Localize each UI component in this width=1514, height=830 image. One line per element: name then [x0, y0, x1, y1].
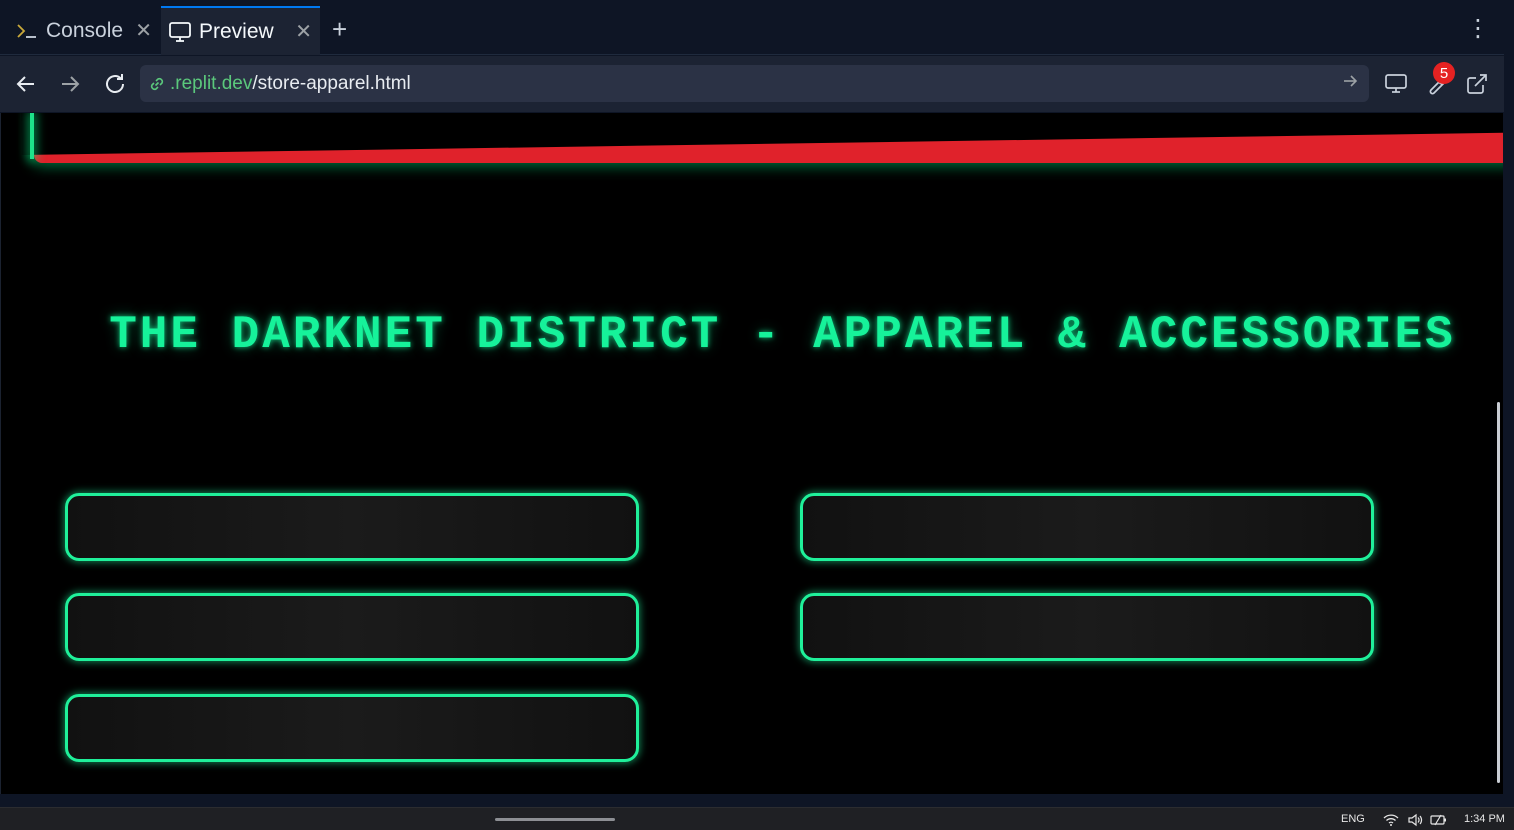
add-tab-button[interactable]: +: [332, 14, 347, 44]
close-tab-preview-icon[interactable]: ✕: [295, 19, 312, 44]
preview-toolbar: .replit.dev/store-apparel.html: [0, 56, 1504, 112]
terminal-prompt-icon: [12, 22, 42, 40]
url-bar[interactable]: .replit.dev/store-apparel.html: [140, 65, 1369, 102]
battery-icon[interactable]: [1430, 811, 1448, 829]
wifi-icon[interactable]: [1382, 811, 1400, 829]
home-indicator[interactable]: [495, 818, 615, 821]
reload-button[interactable]: [99, 68, 131, 100]
desktop-icon: [1385, 74, 1407, 93]
go-arrow-icon[interactable]: [1341, 72, 1359, 95]
arrow-right-icon: [62, 76, 80, 92]
back-button[interactable]: [10, 68, 42, 100]
open-new-tab-button[interactable]: [1461, 68, 1493, 100]
reload-icon: [106, 74, 124, 93]
tab-bar: Console ✕ Preview ✕ + ⋮: [0, 0, 1504, 55]
page-preview: THE DARKNET DISTRICT - APPAREL & ACCESSO…: [0, 113, 1503, 794]
url-path: /store-apparel.html: [252, 72, 411, 94]
product-card[interactable]: [65, 694, 639, 762]
product-card[interactable]: [800, 593, 1374, 661]
more-options-icon[interactable]: ⋮: [1466, 14, 1490, 44]
tab-console-label: Console: [46, 18, 124, 42]
os-taskbar: ENG 1:34 PM: [0, 807, 1514, 830]
devtools-count-badge: 5: [1433, 62, 1455, 84]
external-link-icon: [1467, 74, 1487, 94]
monitor-icon: [165, 21, 195, 43]
url-host: .replit.dev: [170, 72, 253, 94]
product-card[interactable]: [65, 593, 639, 661]
tab-preview-label: Preview: [199, 19, 274, 43]
product-card[interactable]: [65, 493, 639, 561]
page-scrollbar[interactable]: [1497, 402, 1500, 783]
forward-button[interactable]: [54, 68, 86, 100]
replit-workspace: Console ✕ Preview ✕ + ⋮ .replit.dev /sto…: [0, 0, 1514, 830]
tab-console[interactable]: Console ✕: [8, 6, 160, 55]
tab-preview[interactable]: Preview ✕: [161, 6, 320, 55]
arrow-left-icon: [16, 76, 34, 92]
link-icon: [148, 75, 168, 93]
volume-icon[interactable]: [1406, 811, 1424, 829]
header-glow-edge: [30, 113, 34, 159]
language-indicator[interactable]: ENG: [1341, 813, 1365, 825]
clock[interactable]: 1:34 PM: [1464, 813, 1505, 825]
product-card[interactable]: [800, 493, 1374, 561]
page-title: THE DARKNET DISTRICT - APPAREL & ACCESSO…: [109, 309, 1456, 361]
close-tab-console-icon[interactable]: ✕: [135, 18, 152, 43]
device-preview-button[interactable]: [1380, 68, 1412, 100]
